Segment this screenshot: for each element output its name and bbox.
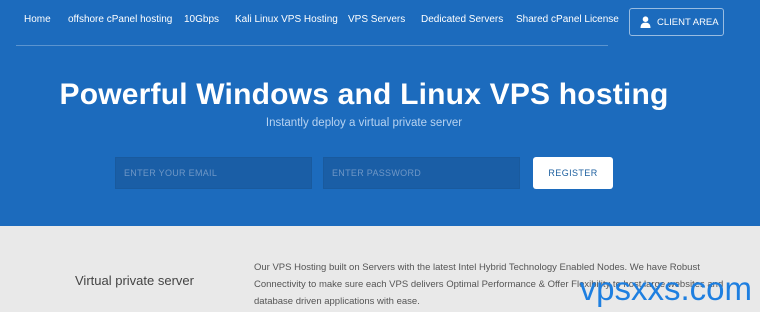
nav-10gbps[interactable]: 10Gbps <box>184 14 219 25</box>
nav-vps-servers[interactable]: VPS Servers <box>348 14 405 25</box>
site-watermark: vpsxxs.com <box>579 270 752 307</box>
hero-title: Powerful Windows and Linux VPS hosting <box>59 78 669 111</box>
register-button[interactable]: REGISTER <box>533 157 613 189</box>
feature-title: Virtual private server <box>75 273 194 288</box>
client-area-button[interactable]: CLIENT AREA <box>629 8 724 36</box>
nav-home[interactable]: Home <box>24 14 51 25</box>
top-nav: Home offshore cPanel hosting 10Gbps Kali… <box>0 0 760 44</box>
email-input[interactable] <box>115 157 312 189</box>
client-area-label: CLIENT AREA <box>657 16 719 28</box>
nav-shared-cpanel-license[interactable]: Shared cPanel License <box>516 14 619 25</box>
nav-kali-linux-vps-hosting[interactable]: Kali Linux VPS Hosting <box>235 14 338 25</box>
password-input[interactable] <box>323 157 520 189</box>
nav-dedicated-servers[interactable]: Dedicated Servers <box>421 14 503 25</box>
user-icon <box>640 16 651 28</box>
nav-offshore-cpanel-hosting[interactable]: offshore cPanel hosting <box>68 14 172 25</box>
hero-section: Home offshore cPanel hosting 10Gbps Kali… <box>0 0 760 226</box>
hero-subtitle: Instantly deploy a virtual private serve… <box>265 117 463 129</box>
nav-divider <box>16 45 608 46</box>
